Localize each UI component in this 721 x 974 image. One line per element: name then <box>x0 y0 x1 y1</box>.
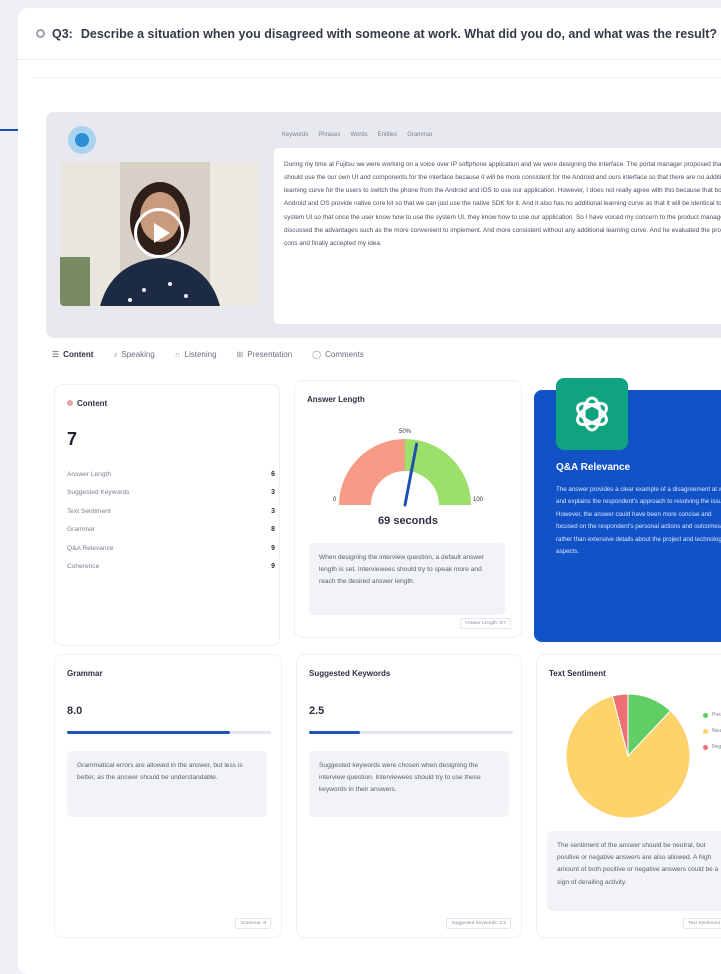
metric-list: Answer Length 6 Suggested Keywords 3 Text … <box>67 465 275 576</box>
tab-comments[interactable]: ◯ Comments <box>312 350 364 359</box>
card-title: Answer Length <box>307 395 365 404</box>
content-score: 7 <box>67 429 78 449</box>
tab-content[interactable]: ☰ Content <box>52 350 93 359</box>
sentiment-legend: Positive Neutral Negative <box>703 707 721 755</box>
grammar-card: Grammar 8.0 Grammatical errors are allow… <box>54 654 282 938</box>
qa-relevance-text: The answer provides a clear example of a… <box>556 486 721 556</box>
answer-length-card: Answer Length 50% 0 100 69 seconds When … <box>294 380 522 638</box>
transcript-tabs: Keywords Phrases Words Entities Grammar <box>282 132 433 138</box>
answer-length-note: When designing the interview question, a… <box>309 543 505 615</box>
legend-label: Positive <box>712 712 721 718</box>
gauge-left-label: 0 <box>333 497 337 503</box>
answer-seconds: 69 seconds <box>378 515 438 527</box>
transcript-tab-keywords[interactable]: Keywords <box>282 132 308 138</box>
question-header: Q3: Describe a situation when you disagr… <box>18 8 721 60</box>
media-panel: Keywords Phrases Words Entities Grammar … <box>46 112 721 338</box>
question-number: Q3: <box>52 26 73 41</box>
keywords-value: 2.5 <box>309 705 325 717</box>
legend-swatch <box>703 744 708 750</box>
sentiment-footer: Text Sentiment <box>683 918 721 929</box>
interview-report-panel: Q3: Describe a situation when you disagr… <box>18 8 721 974</box>
grammar-bar-fill <box>67 731 231 734</box>
keywords-bar-fill <box>309 731 360 734</box>
legend-swatch <box>703 712 708 718</box>
headphones-icon: ∩ <box>174 350 181 359</box>
grammar-note: Grammatical errors are allowed in the an… <box>67 751 267 817</box>
grammar-bar <box>67 731 271 734</box>
sentiment-pie <box>565 693 691 819</box>
card-title: Grammar <box>67 669 103 678</box>
legend-label: Negative <box>712 744 721 750</box>
tab-speaking[interactable]: ♪ Speaking <box>113 350 154 359</box>
question-text: Describe a situation when you disagreed … <box>80 26 718 41</box>
transcript-text: During my time at Fujitsu we were workin… <box>274 148 721 324</box>
video-player[interactable] <box>60 162 260 306</box>
metric-row: Grammar 8 <box>67 526 275 534</box>
card-title: Text Sentiment <box>549 669 606 678</box>
content-dot-icon <box>67 400 73 406</box>
grammar-value: 8.0 <box>67 705 83 717</box>
report-tabs: ☰ Content ♪ Speaking ∩ Listening ⊞ Presentat… <box>52 350 364 359</box>
mic-icon: ♪ <box>113 350 118 359</box>
card-title: Suggested Keywords <box>309 669 391 678</box>
list-icon: ☰ <box>52 350 60 359</box>
content-score-card: Content 7 Answer Length 6 Suggested Keywo… <box>54 384 280 646</box>
metric-row: Coherence 9 <box>67 563 275 571</box>
metric-row: Text Sentiment 3 <box>67 507 275 515</box>
keywords-note: Suggested keywords were chosen when desi… <box>309 751 509 817</box>
transcript-tab-words[interactable]: Words <box>350 132 367 138</box>
metric-row: Answer Length 6 <box>67 470 275 478</box>
legend-item-negative: Negative <box>703 739 721 755</box>
text-sentiment-card: Text Sentiment Positive Neutral Negative T… <box>536 654 721 938</box>
record-indicator-icon[interactable] <box>68 126 96 154</box>
card-title: Content <box>77 399 108 408</box>
grammar-footer: Grammar: 8 <box>235 918 271 929</box>
metric-row: Suggested Keywords 3 <box>67 489 275 497</box>
tab-presentation[interactable]: ⊞ Presentation <box>237 350 293 359</box>
chatgpt-logo-icon <box>556 378 628 450</box>
legend-item-positive: Positive <box>703 707 721 723</box>
divider <box>32 68 721 78</box>
transcript-tab-grammar[interactable]: Grammar <box>407 132 432 138</box>
qa-relevance-card: Q&A Relevance The answer provides a clea… <box>534 378 721 642</box>
legend-swatch <box>703 728 708 734</box>
transcript-tab-phrases[interactable]: Phrases <box>318 132 340 138</box>
answer-length-gauge: 50% 0 100 <box>333 429 483 507</box>
keywords-footer: Suggested Keywords: 2.5 <box>446 918 511 929</box>
metric-row: Q&A Relevance 9 <box>67 544 275 552</box>
qa-relevance-title: Q&A Relevance <box>556 462 631 473</box>
keywords-bar <box>309 731 513 734</box>
gauge-right-label: 100 <box>473 497 483 503</box>
transcript-tab-entities[interactable]: Entities <box>378 132 398 138</box>
gauge-red-segment <box>339 439 405 505</box>
presentation-icon: ⊞ <box>236 350 244 359</box>
legend-item-neutral: Neutral <box>703 723 721 739</box>
sentiment-note: The sentiment of the answer should be ne… <box>547 831 721 911</box>
question-radio-icon[interactable] <box>36 29 45 38</box>
gauge-top-label: 50% <box>399 429 412 435</box>
legend-label: Neutral <box>712 728 721 734</box>
tab-listening[interactable]: ∩ Listening <box>175 350 217 359</box>
answer-length-footer: Answer Length: 6/7 <box>459 618 511 629</box>
suggested-keywords-card: Suggested Keywords 2.5 Suggested keyword… <box>296 654 522 938</box>
comment-icon: ◯ <box>312 350 322 359</box>
play-icon[interactable] <box>134 208 184 258</box>
